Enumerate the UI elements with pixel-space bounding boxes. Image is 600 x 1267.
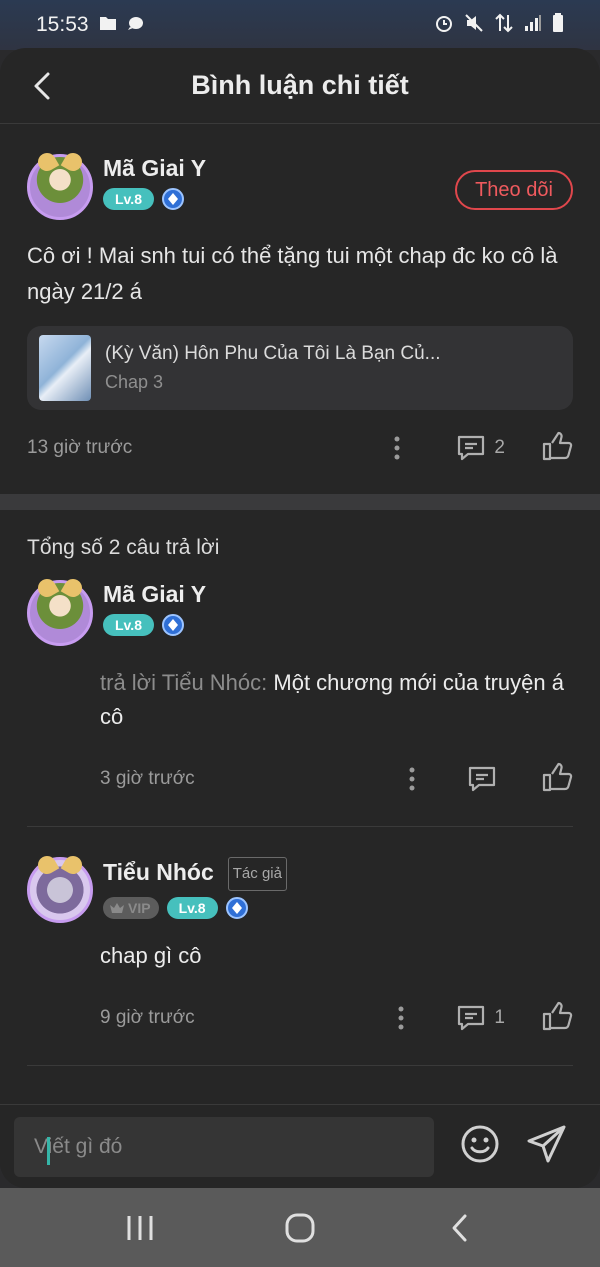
reply-time: 9 giờ trước — [100, 1007, 195, 1028]
header: Bình luận chi tiết — [0, 48, 600, 124]
back-arrow-icon — [452, 1214, 467, 1241]
comment-icon — [468, 766, 496, 792]
reply-meta: 3 giờ trước — [100, 746, 573, 812]
comment-time: 13 giờ trước — [27, 437, 133, 458]
home-icon — [285, 1213, 315, 1242]
comment-composer — [0, 1104, 600, 1188]
alarm-icon — [434, 13, 454, 38]
more-options-button[interactable] — [382, 436, 412, 460]
thumbs-up-icon — [542, 762, 573, 791]
signal-icon — [524, 14, 542, 37]
recent-apps-icon — [127, 1215, 153, 1240]
reply-item: Mã Giai Y Lv.8 trả lời Tiểu Nhóc: Một ch… — [27, 580, 573, 827]
like-button[interactable] — [541, 762, 573, 797]
system-back-button[interactable] — [430, 1203, 490, 1253]
book-cover — [39, 335, 91, 401]
like-button[interactable] — [541, 1001, 573, 1036]
comment-input[interactable] — [14, 1116, 434, 1177]
user-name[interactable]: Mã Giai Y — [103, 154, 206, 182]
avatar[interactable] — [27, 580, 93, 646]
gem-icon — [161, 188, 184, 210]
replies-section: Tổng số 2 câu trả lời Mã Giai Y Lv.8 trả… — [0, 510, 600, 1066]
reply-count: 2 — [494, 437, 505, 458]
send-button[interactable] — [526, 1124, 568, 1169]
replies-total: Tổng số 2 câu trả lời — [27, 536, 220, 559]
follow-button[interactable]: Theo dõi — [455, 170, 573, 210]
more-vertical-icon — [409, 767, 415, 791]
comment-text: Cô ơi ! Mai snh tui có thể tặng tui một … — [27, 243, 558, 304]
reply-item: Tiểu Nhóc Tác giả VIP Lv.8 chap gì cô 9 … — [27, 827, 573, 1066]
chat-bubble-icon — [127, 13, 145, 37]
comment-detail-sheet: Bình luận chi tiết Mã Giai Y Lv.8 Theo d… — [0, 48, 600, 1188]
book-chapter: Chap 3 — [105, 372, 164, 392]
level-badge: Lv.8 — [103, 188, 154, 210]
chevron-left-icon — [34, 72, 50, 100]
folder-icon — [99, 13, 117, 37]
reply-button[interactable]: 2 — [456, 433, 505, 463]
data-icon — [494, 13, 514, 38]
avatar[interactable] — [27, 857, 93, 923]
user-name[interactable]: Tiểu Nhóc Tác giả — [103, 857, 287, 891]
level-badge: Lv.8 — [103, 614, 154, 636]
like-button[interactable] — [541, 431, 573, 466]
home-button[interactable] — [270, 1203, 330, 1253]
system-nav-bar — [0, 1188, 600, 1267]
comment-icon — [458, 1005, 485, 1031]
send-icon — [527, 1125, 566, 1163]
avatar[interactable] — [27, 154, 93, 220]
user-name-text: Tiểu Nhóc — [103, 859, 214, 886]
status-time: 15:53 — [36, 13, 89, 36]
level-badge: Lv.8 — [166, 897, 218, 919]
vip-badge: VIP — [103, 897, 159, 919]
user-badges: Lv.8 — [103, 188, 206, 210]
more-options-button[interactable] — [397, 767, 427, 791]
mute-icon — [464, 13, 484, 38]
battery-icon — [552, 12, 564, 38]
comment-meta: 13 giờ trước 2 — [27, 428, 573, 468]
more-vertical-icon — [394, 436, 400, 460]
thumbs-up-icon — [542, 431, 573, 460]
book-card[interactable]: (Kỳ Văn) Hôn Phu Của Tôi Là Bạn Củ... Ch… — [27, 326, 573, 410]
reply-button[interactable]: 1 — [456, 1003, 505, 1033]
reply-author: Tiểu Nhóc Tác giả VIP Lv.8 — [27, 857, 573, 923]
section-divider — [0, 494, 600, 510]
status-bar: 15:53 — [0, 0, 600, 50]
author-tag: Tác giả — [227, 857, 287, 891]
comment-author: Mã Giai Y Lv.8 Theo dõi — [27, 154, 573, 220]
more-vertical-icon — [398, 1006, 404, 1030]
page-title: Bình luận chi tiết — [191, 70, 409, 100]
smiley-icon — [461, 1125, 499, 1163]
reply-to-prefix[interactable]: trả lời Tiểu Nhóc: — [100, 670, 273, 695]
crown-icon — [110, 903, 124, 913]
book-title: (Kỳ Văn) Hôn Phu Của Tôi Là Bạn Củ... — [105, 343, 441, 364]
reply-button[interactable] — [467, 764, 505, 794]
recent-apps-button[interactable] — [110, 1203, 170, 1253]
back-button[interactable] — [22, 66, 62, 106]
user-name[interactable]: Mã Giai Y — [103, 580, 206, 608]
main-comment: Mã Giai Y Lv.8 Theo dõi Cô ơi ! Mai snh … — [0, 124, 600, 494]
comment-icon — [458, 435, 485, 461]
user-badges: VIP Lv.8 — [103, 897, 287, 919]
user-badges: Lv.8 — [103, 614, 206, 636]
reply-time: 3 giờ trước — [100, 768, 195, 789]
more-options-button[interactable] — [386, 1006, 416, 1030]
vip-label: VIP — [128, 900, 151, 916]
reply-meta: 9 giờ trước 1 — [100, 985, 573, 1051]
emoji-button[interactable] — [460, 1124, 500, 1169]
text-cursor — [47, 1136, 50, 1165]
gem-icon — [161, 614, 184, 636]
reply-author: Mã Giai Y Lv.8 — [27, 580, 573, 646]
reply-text: trả lời Tiểu Nhóc: Một chương mới của tr… — [100, 666, 573, 734]
thumbs-up-icon — [542, 1001, 573, 1030]
gem-icon — [225, 897, 248, 919]
reply-text: chap gì cô — [100, 943, 202, 968]
reply-count: 1 — [494, 1007, 505, 1028]
